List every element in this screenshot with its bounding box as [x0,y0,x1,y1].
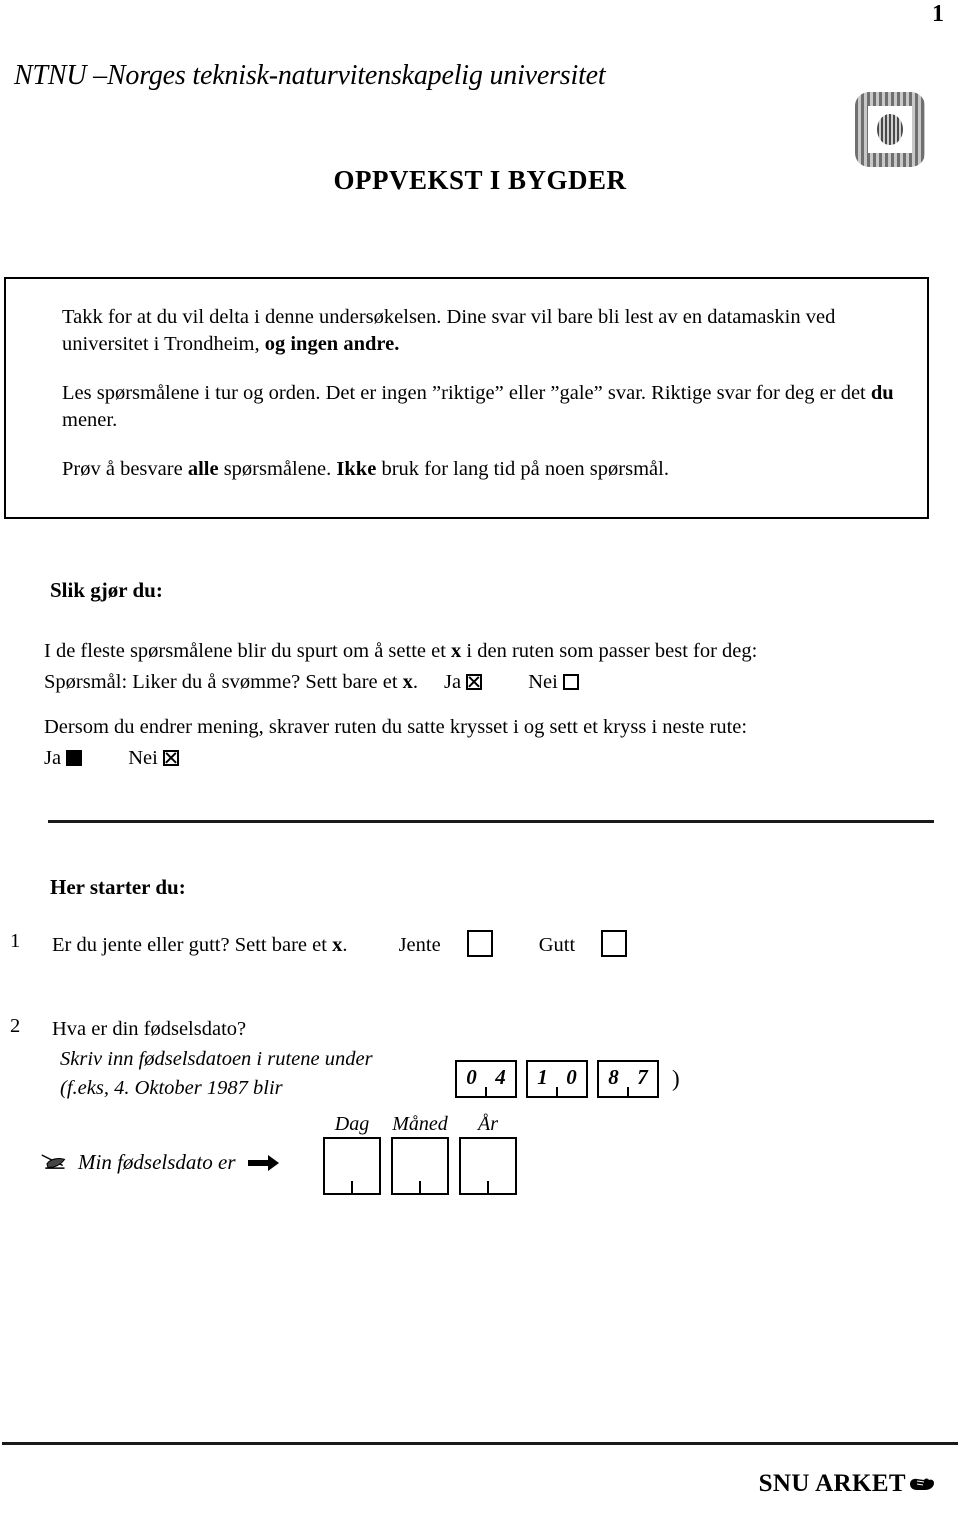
example1-no-checkbox-empty[interactable] [562,673,579,690]
intro-p3-text-c: bruk for lang tid på noen spørsmål. [376,458,669,481]
date-example-month-digit-1: 1 [537,1064,548,1089]
question-1-text-a: Er du jente eller gutt? Sett bare et [52,934,333,956]
example2-yes-checkbox-filled[interactable] [66,749,83,766]
birthdate-field-ar: År [459,1114,517,1195]
start-heading: Her starter du: [50,875,186,899]
date-example-month-box: 1 0 [526,1060,588,1098]
change-line1: Dersom du endrer mening, skraver ruten d… [44,716,748,738]
intro-p2-text-a: Les spørsmålene i tur og orden. Det er i… [62,382,871,405]
instr-line2-a: Spørsmål: Liker du å svømme? Sett bare e… [44,670,403,693]
intro-p3-bold-1: alle [187,458,219,481]
question-1-number: 1 [10,930,21,952]
intro-p1-text: Takk for at du vil delta i denne undersø… [62,306,836,356]
birthdate-input-dag[interactable] [323,1137,381,1195]
intro-p1-bold: og ingen andre. [264,333,400,356]
howto-instructions: I de fleste spørsmålene blir du spurt om… [44,636,924,698]
date-example-day-digit-1: 0 [466,1064,477,1089]
intro-p3-bold-2: Ikke [336,458,377,481]
question-1-option-1-label: Jente [398,934,441,956]
question-2: Hva er din fødselsdato? Skriv inn fødsel… [52,1015,373,1104]
footer-text: SNU ARKET [758,1470,906,1497]
instr-line2-b: . [412,670,419,693]
date-example-year-digit-2: 7 [637,1064,648,1089]
instr-line1-bold: x [451,640,462,662]
birthdate-answer-row: Min fødselsdato er Dag Måned År [40,1114,600,1195]
birthdate-answer-label: Min fødselsdato er [78,1150,236,1174]
instr-line1-b: i den ruten som passer best for deg: [461,640,758,662]
question-2-text: Hva er din fødselsdato? [52,1018,247,1040]
birthdate-fields-group: Dag Måned År [323,1114,517,1195]
birthdate-caption-ar: År [478,1113,498,1135]
university-name: NTNU –Norges teknisk-naturvitenskapelig … [14,60,606,91]
howto-heading: Slik gjør du: [50,578,163,602]
date-example-month-digit-2: 0 [566,1064,577,1089]
birthdate-field-maned: Måned [391,1114,449,1195]
question-1: Er du jente eller gutt? Sett bare et x. … [52,930,628,961]
example1-yes-label: Ja [444,670,462,693]
birthdate-input-ar[interactable] [459,1137,517,1195]
pointing-hand-icon [910,1478,934,1490]
intro-p2-text-b: mener. [62,409,118,432]
intro-p3-text-a: Prøv å besvare [62,458,188,481]
intro-p3-text-b: spørsmålene. [218,458,337,481]
date-example-group: 0 4 1 0 8 7 ) [455,1060,680,1098]
intro-paragraph-3: Prøv å besvare alle spørsmålene. Ikke br… [62,456,901,483]
quill-pen-icon [41,1154,66,1169]
instr-line1-a: I de fleste spørsmålene blir du spurt om… [44,640,452,662]
footer: SNU ARKET [759,1470,938,1498]
date-example-year-box: 8 7 [597,1060,659,1098]
questionnaire-page: 1 NTNU –Norges teknisk-naturvitenskapeli… [0,0,960,1517]
intro-paragraph-2: Les spørsmålene i tur og orden. Det er i… [62,380,901,434]
date-example-year-digit-1: 8 [608,1064,619,1089]
question-2-number: 2 [10,1015,21,1037]
example1-no-label: Nei [528,670,558,693]
example1-yes-checkbox-checked[interactable] [466,673,483,690]
birthdate-caption-dag: Dag [334,1113,370,1135]
page-title: OPPVEKST I BYGDER [333,165,627,195]
right-arrow-icon [247,1155,279,1171]
page-number: 1 [932,1,944,27]
question-2-sub-line-1: Skriv inn fødselsdatoen i rutene under [60,1047,373,1070]
birthdate-input-maned[interactable] [391,1137,449,1195]
footer-divider [2,1442,958,1445]
intro-text: Takk for at du vil delta i denne undersø… [6,279,927,483]
question-1-jente-checkbox[interactable] [466,930,493,957]
birthdate-field-dag: Dag [323,1114,381,1195]
example2-no-label: Nei [128,746,158,769]
question-1-text-bold: x [332,934,343,956]
date-example-day-digit-2: 4 [495,1064,506,1089]
instr-line2-bold: x [402,670,413,693]
question-2-sub-line-2: (f.eks, 4. Oktober 1987 blir [60,1077,283,1100]
birthdate-caption-maned: Måned [392,1113,448,1135]
ntnu-logo-icon [855,92,925,167]
intro-paragraph-1: Takk for at du vil delta i denne undersø… [62,304,901,358]
intro-p2-bold: du [870,382,894,405]
section-divider [48,820,934,823]
intro-box: Takk for at du vil delta i denne undersø… [4,277,929,519]
date-example-day-box: 0 4 [455,1060,517,1098]
question-1-option-2-label: Gutt [538,934,576,956]
example2-no-checkbox-checked[interactable] [162,749,179,766]
example2-yes-label: Ja [44,746,62,769]
question-1-text-b: . [342,934,348,956]
howto-change-instructions: Dersom du endrer mening, skraver ruten d… [44,712,924,774]
closing-paren: ) [672,1066,680,1091]
question-1-gutt-checkbox[interactable] [601,930,628,957]
